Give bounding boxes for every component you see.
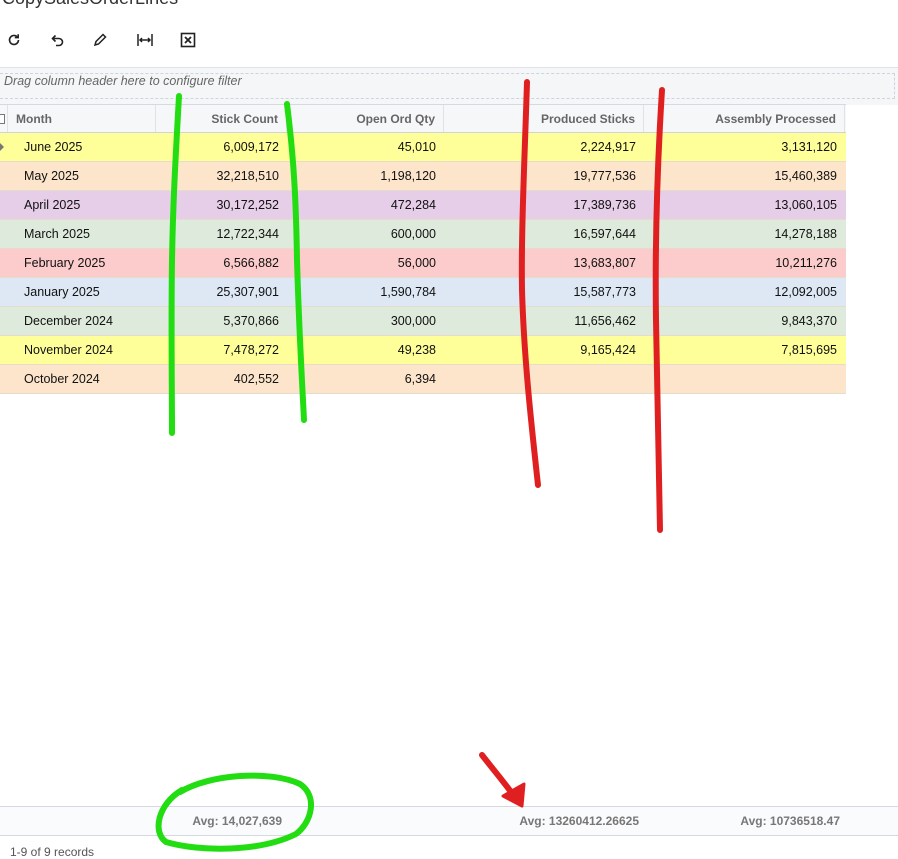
column-chooser-icon	[0, 114, 5, 124]
column-chooser-cell[interactable]	[0, 105, 8, 132]
stick-count-avg: Avg: 14,027,639	[192, 814, 282, 828]
table-row[interactable]: October 2024 402,552 6,394	[0, 365, 846, 394]
export-excel-button[interactable]	[176, 28, 200, 52]
produced-sticks-cell[interactable]: 9,165,424	[444, 336, 644, 364]
stick-count-cell[interactable]: 5,370,866	[156, 307, 287, 335]
open-ord-qty-cell[interactable]: 6,394	[287, 365, 444, 393]
stick-count-cell[interactable]: 30,172,252	[156, 191, 287, 219]
data-grid: Month Stick Count Open Ord Qty Produced …	[0, 104, 846, 394]
month-cell[interactable]: November 2024	[8, 336, 156, 364]
month-cell[interactable]: April 2025	[8, 191, 156, 219]
produced-sticks-cell[interactable]: 13,683,807	[444, 249, 644, 277]
stick-count-cell[interactable]: 402,552	[156, 365, 287, 393]
month-cell[interactable]: December 2024	[8, 307, 156, 335]
month-cell[interactable]: June 2025	[8, 133, 156, 161]
table-row[interactable]: June 2025 6,009,172 45,010 2,224,917 3,131,1…	[0, 133, 846, 162]
table-row[interactable]: March 2025 12,722,344 600,000 16,597,644 14,…	[0, 220, 846, 249]
produced-sticks-cell[interactable]	[444, 365, 644, 393]
pager-text: 1-9 of 9 records	[10, 845, 95, 859]
refresh-button[interactable]	[2, 28, 26, 52]
red-arrow-annotation	[479, 752, 517, 799]
assembly-processed-cell[interactable]	[644, 365, 845, 393]
assembly-processed-cell[interactable]: 9,843,370	[644, 307, 845, 335]
current-row-indicator-icon	[0, 143, 4, 151]
produced-sticks-cell[interactable]: 17,389,736	[444, 191, 644, 219]
undo-icon	[51, 34, 64, 47]
filter-drop-zone[interactable]: Drag column header here to configure fil…	[0, 67, 898, 105]
open-ord-qty-cell[interactable]: 472,284	[287, 191, 444, 219]
refresh-icon	[8, 34, 20, 46]
stick-count-cell[interactable]: 7,478,272	[156, 336, 287, 364]
stick-count-cell[interactable]: 6,009,172	[156, 133, 287, 161]
assembly-processed-cell[interactable]: 14,278,188	[644, 220, 845, 248]
stick-count-cell[interactable]: 12,722,344	[156, 220, 287, 248]
assembly-processed-cell[interactable]: 10,211,276	[644, 249, 845, 277]
stick-count-cell[interactable]: 6,566,882	[156, 249, 287, 277]
month-cell[interactable]: October 2024	[8, 365, 156, 393]
table-row[interactable]: December 2024 5,370,866 300,000 11,656,462 9…	[0, 307, 846, 336]
red-arrowhead-annotation	[501, 782, 526, 808]
grid-footer: Avg: 14,027,639 Avg: 13260412.26625 Avg:…	[0, 806, 898, 836]
column-header-open-ord-qty[interactable]: Open Ord Qty	[287, 105, 444, 132]
stick-count-cell[interactable]: 32,218,510	[156, 162, 287, 190]
excel-icon	[180, 32, 196, 48]
produced-sticks-cell[interactable]: 11,656,462	[444, 307, 644, 335]
pencil-icon	[93, 33, 107, 47]
fit-columns-button[interactable]	[133, 28, 157, 52]
table-row[interactable]: April 2025 30,172,252 472,284 17,389,736 13,…	[0, 191, 846, 220]
table-row[interactable]: February 2025 6,566,882 56,000 13,683,807 10…	[0, 249, 846, 278]
assembly-processed-cell[interactable]: 15,460,389	[644, 162, 845, 190]
edit-button[interactable]	[88, 28, 112, 52]
column-header-month[interactable]: Month	[8, 105, 156, 132]
produced-sticks-cell[interactable]: 19,777,536	[444, 162, 644, 190]
undo-button[interactable]	[45, 28, 69, 52]
produced-sticks-cell[interactable]: 15,587,773	[444, 278, 644, 306]
month-cell[interactable]: January 2025	[8, 278, 156, 306]
assembly-processed-cell[interactable]: 12,092,005	[644, 278, 845, 306]
assembly-processed-cell[interactable]: 3,131,120	[644, 133, 845, 161]
open-ord-qty-cell[interactable]: 300,000	[287, 307, 444, 335]
assembly-processed-cell[interactable]: 7,815,695	[644, 336, 845, 364]
month-cell[interactable]: February 2025	[8, 249, 156, 277]
open-ord-qty-cell[interactable]: 56,000	[287, 249, 444, 277]
produced-sticks-cell[interactable]: 2,224,917	[444, 133, 644, 161]
open-ord-qty-cell[interactable]: 1,590,784	[287, 278, 444, 306]
assembly-processed-cell[interactable]: 13,060,105	[644, 191, 845, 219]
table-row[interactable]: May 2025 32,218,510 1,198,120 19,777,536 15,…	[0, 162, 846, 191]
table-row[interactable]: January 2025 25,307,901 1,590,784 15,587,77…	[0, 278, 846, 307]
column-header-produced-sticks[interactable]: Produced Sticks	[444, 105, 644, 132]
open-ord-qty-cell[interactable]: 1,198,120	[287, 162, 444, 190]
stick-count-cell[interactable]: 25,307,901	[156, 278, 287, 306]
month-cell[interactable]: March 2025	[8, 220, 156, 248]
table-row[interactable]: November 2024 7,478,272 49,238 9,165,424 7,8…	[0, 336, 846, 365]
open-ord-qty-cell[interactable]: 600,000	[287, 220, 444, 248]
month-cell[interactable]: May 2025	[8, 162, 156, 190]
open-ord-qty-cell[interactable]: 49,238	[287, 336, 444, 364]
filter-hint: Drag column header here to configure fil…	[4, 74, 242, 88]
produced-sticks-cell[interactable]: 16,597,644	[444, 220, 644, 248]
column-header-assembly-processed[interactable]: Assembly Processed	[644, 105, 845, 132]
column-header-stick-count[interactable]: Stick Count	[156, 105, 287, 132]
fit-width-icon	[137, 34, 153, 46]
page-title: CopySalesOrderLines	[2, 0, 178, 9]
open-ord-qty-cell[interactable]: 45,010	[287, 133, 444, 161]
toolbar	[0, 28, 230, 52]
assembly-processed-avg: Avg: 10736518.47	[740, 814, 840, 828]
produced-sticks-avg: Avg: 13260412.26625	[519, 814, 639, 828]
grid-header: Month Stick Count Open Ord Qty Produced …	[0, 104, 846, 133]
